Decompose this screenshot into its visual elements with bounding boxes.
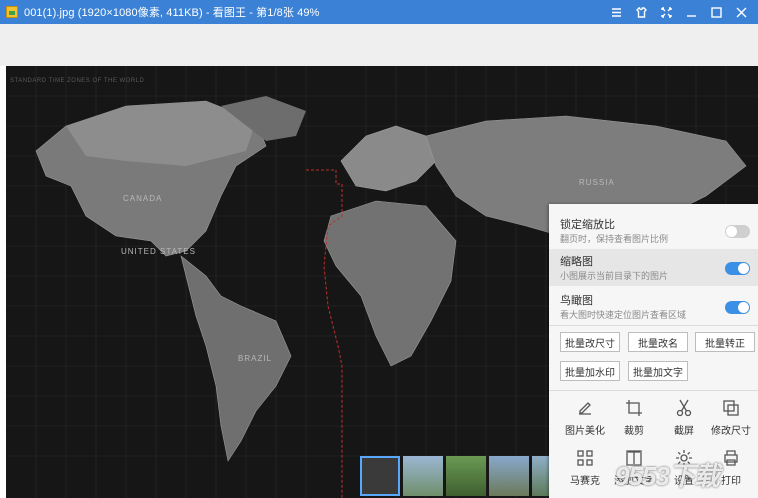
tool-label: 图片美化 — [565, 426, 605, 437]
beautify-tool[interactable]: 图片美化 — [560, 398, 610, 437]
scissors-icon — [676, 399, 692, 417]
birdseye-toggle[interactable] — [725, 301, 750, 314]
option-desc: 翻页时，保持查看图片比例 — [560, 234, 669, 244]
thumbnail-cliffs[interactable] — [489, 456, 529, 496]
crop-icon — [626, 400, 642, 416]
minimize-icon[interactable] — [679, 0, 704, 24]
thumbnail-strip — [360, 456, 572, 498]
close-icon[interactable] — [729, 0, 754, 24]
map-title: STANDARD TIME ZONES OF THE WORLD — [10, 78, 145, 84]
batch-add-text-button[interactable]: 批量加文字 — [628, 361, 688, 381]
tool-label: 裁剪 — [624, 426, 644, 437]
app-icon — [6, 6, 18, 18]
edit-icon — [579, 402, 591, 415]
tool-label: 截屏 — [674, 426, 694, 437]
lock-zoom-toggle[interactable] — [725, 225, 750, 238]
screenshot-tool[interactable]: 截屏 — [659, 398, 709, 437]
tool-label: 马赛克 — [570, 476, 600, 487]
batch-resize-button[interactable]: 批量改尺寸 — [560, 332, 620, 352]
thumbnail-toggle[interactable] — [725, 262, 750, 275]
map-label-russia: RUSSIA — [579, 178, 615, 187]
thumbnail-mountains[interactable] — [403, 456, 443, 496]
maximize-icon[interactable] — [704, 0, 729, 24]
option-title: 鸟瞰图 — [560, 295, 593, 307]
window-controls — [604, 0, 754, 24]
option-desc: 看大图时快速定位图片查看区域 — [560, 310, 687, 320]
skin-icon[interactable] — [629, 0, 654, 24]
batch-watermark-button[interactable]: 批量加水印 — [560, 361, 620, 381]
option-lock-zoom: 锁定缩放比 翻页时，保持查看图片比例 — [549, 212, 758, 249]
crop-tool[interactable]: 裁剪 — [609, 398, 659, 437]
option-title: 锁定缩放比 — [560, 219, 615, 231]
map-label-canada: CANADA — [123, 194, 163, 203]
thumbnail-forest[interactable] — [446, 456, 486, 496]
option-birdseye: 鸟瞰图 看大图时快速定位图片查看区域 — [549, 288, 758, 325]
title-bar: 001(1).jpg (1920×1080像素, 411KB) - 看图王 - … — [0, 0, 758, 24]
mosaic-icon — [577, 450, 593, 466]
tool-label: 修改尺寸 — [711, 426, 751, 437]
resize-icon — [723, 400, 739, 416]
printer-icon — [724, 450, 738, 466]
window-title: 001(1).jpg (1920×1080像素, 411KB) - 看图王 - … — [24, 7, 320, 19]
map-label-usa: UNITED STATES — [121, 247, 196, 256]
fullscreen-icon[interactable] — [654, 0, 679, 24]
map-label-brazil: BRAZIL — [238, 354, 273, 363]
divider — [549, 325, 758, 326]
divider — [549, 390, 758, 391]
settings-panel: 锁定缩放比 翻页时，保持查看图片比例 缩略图 小图展示当前目录下的图片 鸟瞰图 … — [549, 204, 758, 498]
batch-rotate-button[interactable]: 批量转正 — [695, 332, 755, 352]
mosaic-tool[interactable]: 马赛克 — [560, 448, 610, 487]
toggle-knob — [738, 302, 749, 313]
watermark-logo: 9553下载 — [615, 461, 720, 491]
batch-rename-button[interactable]: 批量改名 — [628, 332, 688, 352]
menu-icon[interactable] — [604, 0, 629, 24]
option-desc: 小图展示当前目录下的图片 — [560, 271, 669, 281]
toolbar-area — [0, 24, 758, 66]
toggle-knob — [738, 263, 749, 274]
option-title: 缩略图 — [560, 256, 593, 268]
toggle-knob — [726, 226, 737, 237]
thumbnail-world-map[interactable] — [360, 456, 400, 496]
resize-tool[interactable]: 修改尺寸 — [706, 398, 756, 437]
option-thumbnail: 缩略图 小图展示当前目录下的图片 — [549, 249, 758, 286]
